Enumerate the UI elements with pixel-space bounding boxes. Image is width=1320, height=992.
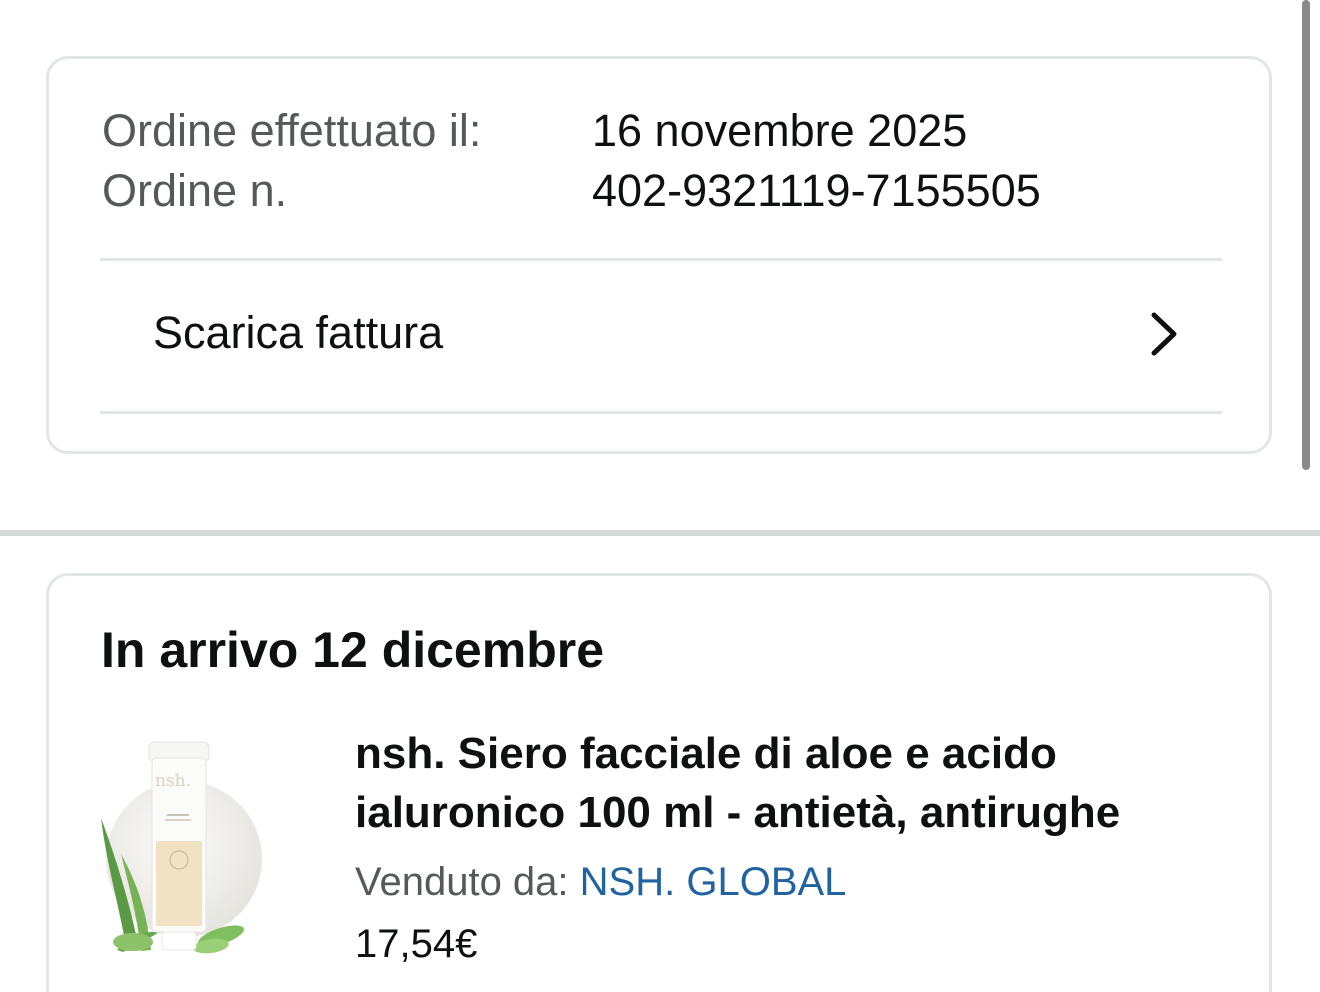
seller-info: Venduto da: NSH. GLOBAL	[355, 856, 846, 908]
product-title-link[interactable]: nsh. Siero facciale di aloe e acido ialu…	[355, 724, 1195, 842]
order-number-label: Ordine n.	[102, 165, 288, 216]
seller-label: Venduto da:	[355, 860, 569, 904]
seller-link[interactable]: NSH. GLOBAL	[580, 860, 847, 904]
divider	[100, 411, 1222, 414]
product-image-brand: nsh.	[155, 771, 191, 791]
order-number-value: 402-9321119-7155505	[592, 165, 1041, 216]
product-image[interactable]: nsh.	[99, 736, 269, 956]
order-date-value: 16 novembre 2025	[592, 105, 968, 156]
chevron-right-icon	[1151, 312, 1177, 356]
delivery-date-heading: In arrivo 12 dicembre	[101, 622, 605, 678]
order-date-label: Ordine effettuato il:	[102, 105, 482, 156]
order-details-page: Ordine effettuato il: 16 novembre 2025 O…	[0, 0, 1320, 992]
section-separator	[0, 530, 1320, 536]
shipment-card: In arrivo 12 dicembre nsh. nsh. Siero fa…	[46, 573, 1272, 992]
order-summary-card: Ordine effettuato il: 16 novembre 2025 O…	[46, 56, 1272, 454]
scrollbar[interactable]	[1302, 0, 1310, 470]
product-price: 17,54€	[355, 922, 478, 966]
download-invoice-label: Scarica fattura	[153, 307, 444, 358]
download-invoice-button[interactable]: Scarica fattura	[100, 261, 1222, 411]
